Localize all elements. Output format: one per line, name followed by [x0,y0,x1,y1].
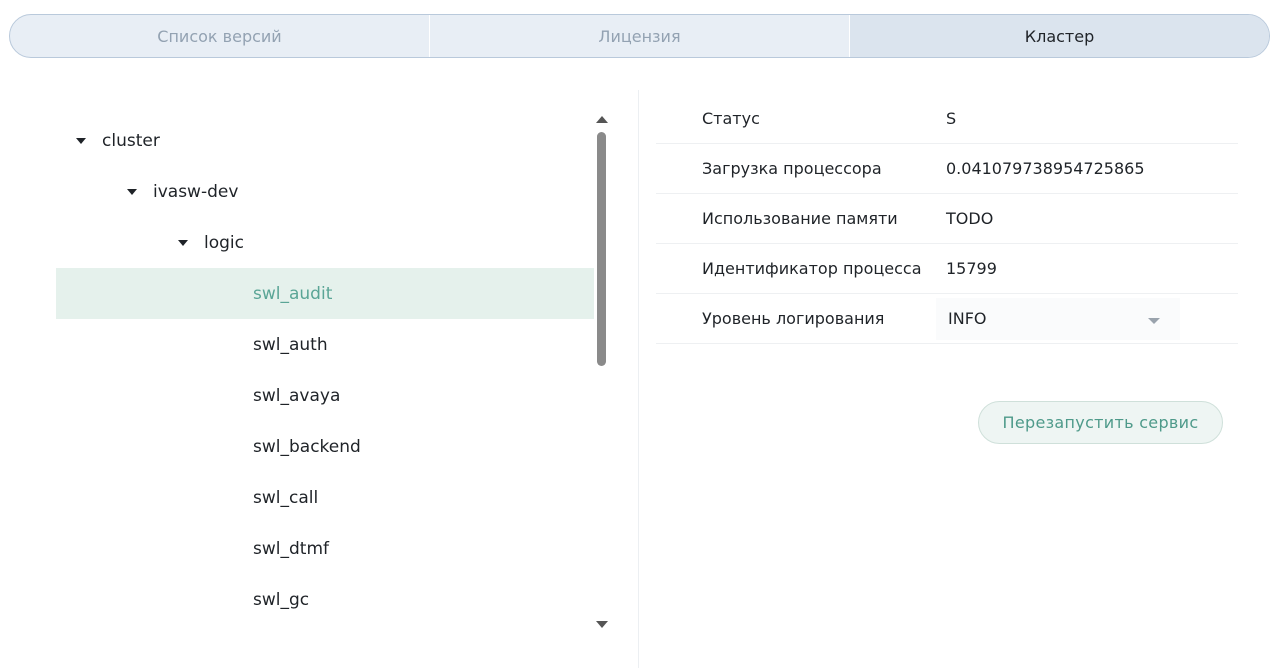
tree-node-swl-audit[interactable]: swl_audit [56,268,594,319]
status-value: S [946,109,957,128]
log-level-select[interactable]: INFO [936,297,1180,340]
tree-node-label: swl_auth [253,334,328,355]
cpu-row: Загрузка процессора 0.041079738954725865 [656,144,1238,194]
caret-down-icon[interactable] [178,239,188,246]
memory-value: TODO [946,209,994,228]
scroll-down-arrow-icon[interactable] [596,621,608,628]
log-level-label: Уровень логирования [702,309,885,328]
tree-node-label: swl_call [253,487,319,508]
pid-label: Идентификатор процесса [702,259,922,278]
tree-node-label: logic [204,232,244,253]
tree-node-swl-avaya[interactable]: swl_avaya [56,370,594,421]
tree-node-label: swl_gc [253,589,310,610]
tree-node-swl-backend[interactable]: swl_backend [56,421,594,472]
pid-value: 15799 [946,259,997,278]
tree-scrollbar[interactable] [594,108,610,634]
cluster-tree: cluster ivasw-dev logic swl_audit swl_au… [56,115,594,655]
log-level-value: INFO [948,309,987,328]
scroll-up-arrow-icon[interactable] [596,116,608,123]
tree-node-label: swl_audit [253,283,333,304]
restart-service-button[interactable]: Перезапустить сервис [978,401,1223,444]
tab-bar: Список версий Лицензия Кластер [9,14,1270,58]
tree-node-swl-gc[interactable]: swl_gc [56,574,594,625]
pid-row: Идентификатор процесса 15799 [656,244,1238,294]
memory-label: Использование памяти [702,209,898,228]
tree-node-ivasw-dev[interactable]: ivasw-dev [56,166,594,217]
memory-row: Использование памяти TODO [656,194,1238,244]
tree-node-cluster[interactable]: cluster [56,115,594,166]
tree-node-label: swl_backend [253,436,361,457]
details-panel: Статус S Загрузка процессора 0.041079738… [656,94,1238,344]
cpu-value: 0.041079738954725865 [946,159,1145,178]
scroll-thumb[interactable] [597,132,606,366]
chevron-down-icon [1148,317,1160,324]
tab-cluster[interactable]: Кластер [850,15,1269,57]
caret-down-icon[interactable] [76,137,86,144]
caret-down-icon[interactable] [127,188,137,195]
tab-version-list[interactable]: Список версий [10,15,430,57]
tree-node-swl-dtmf[interactable]: swl_dtmf [56,523,594,574]
tree-node-swl-auth[interactable]: swl_auth [56,319,594,370]
cpu-label: Загрузка процессора [702,159,882,178]
tab-license[interactable]: Лицензия [430,15,850,57]
tree-node-logic[interactable]: logic [56,217,594,268]
tree-node-label: swl_avaya [253,385,341,406]
tree-node-swl-call[interactable]: swl_call [56,472,594,523]
status-row: Статус S [656,94,1238,144]
tree-node-label: swl_dtmf [253,538,329,559]
tree-node-label: ivasw-dev [153,181,239,202]
tree-panel: cluster ivasw-dev logic swl_audit swl_au… [0,90,639,668]
tree-node-label: cluster [102,130,160,151]
log-level-row: Уровень логирования INFO [656,294,1238,344]
status-label: Статус [702,109,760,128]
